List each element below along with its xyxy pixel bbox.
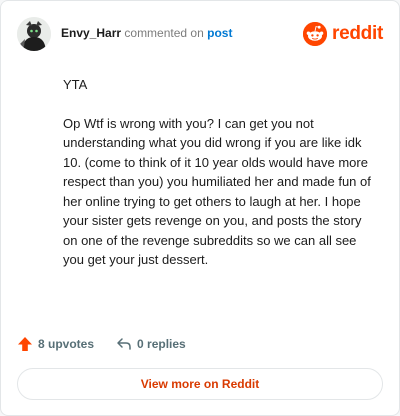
embedded-comment-card: Envy_Harr commented on post reddit YTA O… <box>0 0 400 416</box>
upvote-count: 8 upvotes <box>38 337 95 351</box>
avatar-icon[interactable] <box>17 17 51 51</box>
upvote-button[interactable]: 8 upvotes <box>17 336 94 352</box>
upvote-arrow-icon <box>17 336 33 352</box>
comment-actions: 8 upvotes 0 replies <box>17 334 186 354</box>
view-more-button[interactable]: View more on Reddit <box>17 368 383 400</box>
reply-button[interactable]: 0 replies <box>116 336 186 352</box>
reddit-logo-icon <box>303 22 328 46</box>
comment-body: YTA Op Wtf is wrong with you? I can get … <box>63 75 375 289</box>
reply-count: 0 replies <box>137 337 186 351</box>
reply-arrow-icon <box>116 336 132 352</box>
username-link[interactable]: Envy_Harr <box>61 26 121 40</box>
comment-paragraph: YTA <box>63 77 88 92</box>
reddit-wordmark: reddit <box>332 23 383 44</box>
comment-meta: Envy_Harr commented on post <box>61 26 232 40</box>
comment-header: Envy_Harr commented on post reddit <box>17 17 383 51</box>
reddit-brand[interactable]: reddit <box>303 21 383 47</box>
comment-paragraph: Op Wtf is wrong with you? I can get you … <box>63 115 371 268</box>
post-link[interactable]: post <box>207 26 232 40</box>
action-text: commented on <box>124 26 204 40</box>
